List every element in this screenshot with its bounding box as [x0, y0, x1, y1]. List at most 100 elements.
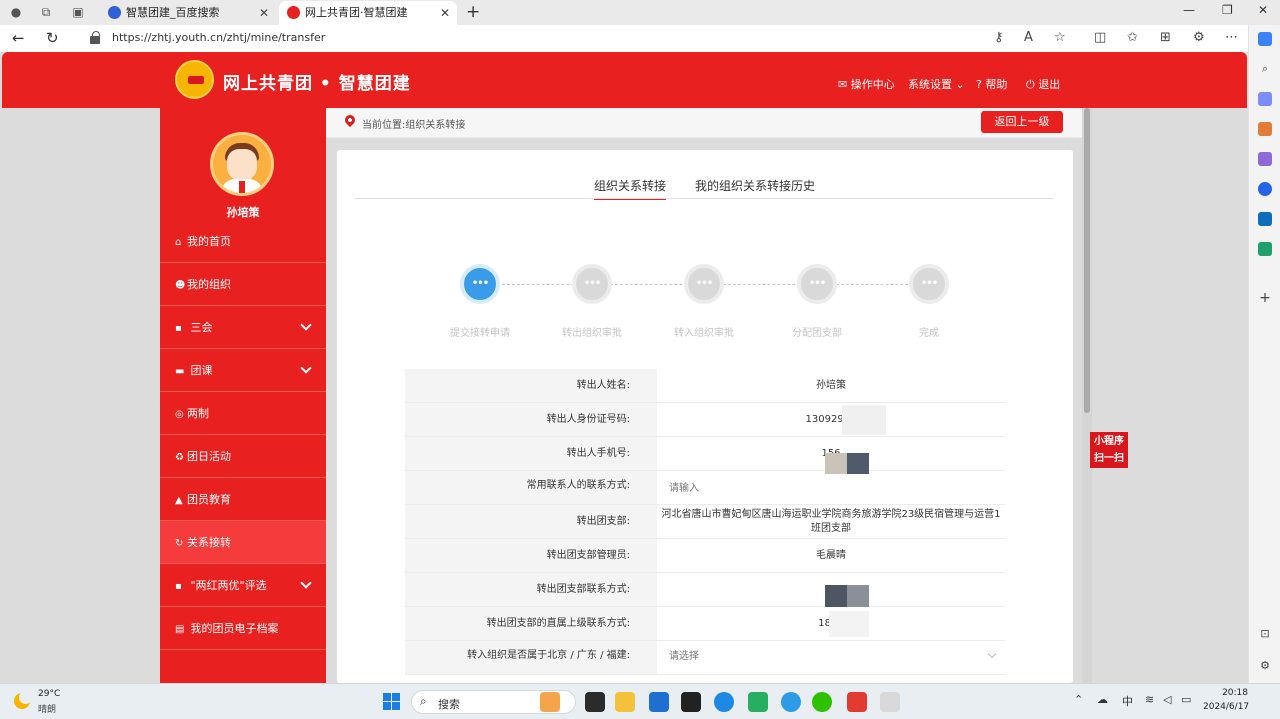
step-2-indicator: ••• — [572, 264, 612, 304]
restore-icon[interactable]: ❐ — [1222, 3, 1233, 17]
field-label: 转出团支部管理员: — [405, 539, 657, 572]
ops-center-link[interactable]: ✉ 操作中心 — [838, 76, 895, 92]
more-dots-icon: ••• — [695, 278, 713, 289]
widgets-app-icon[interactable] — [540, 692, 560, 712]
browser-tab-zhtj[interactable]: 网上共青团·智慧团建 ✕ — [279, 1, 457, 25]
sidebar-item-transfer[interactable]: ↻ 关系接转 — [160, 521, 326, 564]
ops-center-label: 操作中心 — [850, 78, 895, 91]
sidebar-item-three-meetings[interactable]: ▪ 三会 — [160, 306, 326, 349]
extensions-icon[interactable]: ⚙ — [1193, 30, 1205, 45]
tab-transfer-history[interactable]: 我的组织关系转接历史 — [695, 177, 815, 194]
form-row: 转出团支部联系方式: 18 — [405, 573, 1005, 607]
key-icon[interactable]: ⚷ — [994, 30, 1004, 45]
search-icon[interactable]: ⌕ — [1258, 62, 1272, 76]
app-icon[interactable] — [681, 692, 701, 712]
sidebar-item-league-day[interactable]: ♻ 团日活动 — [160, 435, 326, 478]
m365-icon[interactable] — [1258, 182, 1272, 196]
back-button[interactable]: 返回上一级 — [981, 111, 1063, 133]
tab-actions-icon[interactable]: ▣ — [70, 4, 86, 20]
copilot-icon[interactable] — [1258, 32, 1272, 46]
ime-indicator[interactable]: 中 — [1122, 693, 1133, 709]
sidebar-item-member-education[interactable]: ▲ 团员教育 — [160, 478, 326, 521]
sidebar-item-evaluation[interactable]: ▪ "两红两优"评选 — [160, 564, 326, 607]
app-icon[interactable] — [880, 692, 900, 712]
ie-app-icon[interactable] — [781, 692, 801, 712]
wechat-icon[interactable] — [812, 692, 832, 712]
sidebar-item-e-archive[interactable]: ▤ 我的团员电子档案 — [160, 607, 326, 650]
location-pin-icon — [342, 112, 358, 128]
scrollbar-thumb[interactable] — [1084, 108, 1090, 413]
sidebar-item-league-course[interactable]: ▬ 团课 — [160, 349, 326, 392]
baidu-favicon-icon — [108, 6, 121, 19]
taskbar: 29°C 晴朗 ⌕ 搜索 ⌃ ☁ 中 ≋ ◁ ▭ 20:18 2024/6/17 — [0, 683, 1280, 719]
file-explorer-icon[interactable] — [615, 692, 635, 712]
clock-time[interactable]: 20:18 — [1221, 688, 1248, 698]
more-menu-icon[interactable]: ⋯ — [1225, 30, 1238, 45]
lock-icon[interactable] — [90, 31, 100, 44]
minimize-icon[interactable]: — — [1183, 3, 1195, 17]
sidebar-item-label: 团课 — [190, 364, 213, 377]
system-settings-label: 系统设置 — [908, 78, 952, 91]
refresh-icon[interactable]: ↻ — [46, 29, 59, 47]
browser-tab-strip: ● ⧉ ▣ 智慧团建_百度搜索 ✕ 网上共青团·智慧团建 ✕ + — ❐ ✕ — [0, 0, 1280, 25]
mini-program-qr-button[interactable]: 小程序扫一扫 — [1090, 432, 1128, 468]
home-icon: ⌂ — [175, 237, 182, 248]
profile-icon[interactable]: ● — [8, 4, 24, 20]
target-icon: ◎ — [175, 409, 184, 420]
sidebar-item-two-systems[interactable]: ◎ 两制 — [160, 392, 326, 435]
tools-icon[interactable] — [1258, 122, 1272, 136]
add-icon[interactable]: + — [1258, 291, 1272, 305]
back-arrow-icon[interactable]: ← — [12, 29, 25, 47]
system-settings-menu[interactable]: 系统设置 ⌄ — [908, 76, 965, 92]
screenshot-icon[interactable]: ⊡ — [1258, 627, 1272, 641]
sidebar-item-label: 团日活动 — [187, 450, 231, 463]
split-screen-icon[interactable]: ◫ — [1094, 30, 1106, 45]
close-tab-icon[interactable]: ✕ — [259, 1, 269, 25]
wps-icon[interactable] — [847, 692, 867, 712]
collections-icon[interactable]: ⊞ — [1160, 30, 1171, 45]
drop-icon[interactable] — [1258, 242, 1272, 256]
tabs-divider — [354, 198, 1054, 199]
workspaces-icon[interactable]: ⧉ — [38, 4, 54, 20]
tab-transfer[interactable]: 组织关系转接 — [594, 177, 667, 200]
clock-date[interactable]: 2024/6/17 — [1203, 702, 1249, 712]
favorites-icon[interactable]: ✩ — [1127, 30, 1138, 45]
logout-link[interactable]: ⏻ 退出 — [1026, 76, 1060, 92]
ms-store-icon[interactable] — [649, 692, 669, 712]
favorite-star-icon[interactable]: ☆ — [1054, 30, 1066, 45]
taskbar-search-label: 搜索 — [438, 698, 460, 711]
weather-moon-icon[interactable] — [14, 691, 32, 709]
help-link[interactable]: ? 帮助 — [976, 76, 1007, 92]
green-app-icon[interactable] — [748, 692, 768, 712]
new-tab-icon[interactable]: + — [466, 2, 480, 22]
wifi-icon[interactable]: ≋ — [1145, 693, 1154, 706]
onedrive-icon[interactable]: ☁ — [1097, 693, 1108, 706]
games-icon[interactable] — [1258, 152, 1272, 166]
form-row[interactable]: * 转入组织是否属于北京 / 广东 / 福建: 请选择 — [405, 641, 1005, 675]
read-aloud-icon[interactable]: A — [1024, 30, 1033, 45]
step-3-label: 转入组织审批 — [674, 328, 734, 339]
close-window-icon[interactable]: ✕ — [1258, 3, 1268, 17]
transferor-name-value: 孙培策 — [816, 380, 846, 391]
contact-method-input[interactable]: 请输入 — [657, 471, 1005, 504]
battery-icon[interactable]: ▭ — [1181, 693, 1191, 706]
step-4-indicator: ••• — [797, 264, 837, 304]
sidebar-item-organization[interactable]: ☻ 我的组织 — [160, 263, 326, 306]
url-field[interactable]: https://zhtj.youth.cn/zhtj/mine/transfer — [112, 31, 325, 44]
page-scrollbar[interactable] — [1082, 108, 1092, 683]
task-view-icon[interactable] — [585, 692, 605, 712]
site-header: 网上共青团 • 智慧团建 ✉ 操作中心 系统设置 ⌄ ? 帮助 ⏻ 退出 — [2, 52, 1247, 108]
shopping-icon[interactable] — [1258, 92, 1272, 106]
close-tab-icon[interactable]: ✕ — [440, 1, 450, 25]
field-label: 转出人姓名: — [405, 369, 657, 402]
outlook-icon[interactable] — [1258, 212, 1272, 226]
edge-browser-icon[interactable] — [714, 692, 734, 712]
sidebar-item-home[interactable]: ⌂ 我的首页 — [160, 220, 326, 263]
region-select[interactable]: 请选择 — [657, 641, 1005, 674]
chevron-up-icon[interactable]: ⌃ — [1074, 693, 1083, 706]
browser-tab-baidu[interactable]: 智慧团建_百度搜索 ✕ — [100, 1, 276, 25]
volume-icon[interactable]: ◁ — [1163, 693, 1171, 706]
form-row[interactable]: * 常用联系人的联系方式: 请输入 — [405, 471, 1005, 505]
settings-gear-icon[interactable]: ⚙ — [1258, 659, 1272, 673]
windows-start-icon[interactable] — [383, 693, 400, 710]
